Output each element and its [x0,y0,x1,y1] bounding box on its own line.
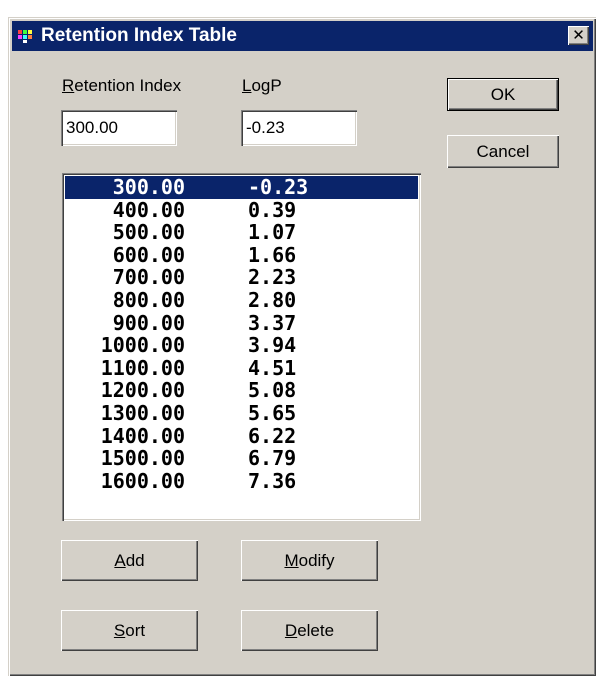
close-icon: ✕ [572,26,585,44]
list-item[interactable]: 1000.00 3.94 [65,334,418,357]
logp-cell: 5.65 [248,400,297,425]
list-item[interactable]: 700.00 2.23 [65,266,418,289]
list-item[interactable]: 1200.00 5.08 [65,379,418,402]
list-item[interactable]: 1600.00 7.36 [65,470,418,493]
logp-cell: 1.66 [248,242,297,267]
list-item[interactable]: 1400.00 6.22 [65,425,418,448]
retention-index-cell: 500.00 [112,220,185,245]
retention-index-cell: 1000.00 [100,333,185,358]
logp-cell: 6.22 [248,423,297,448]
list-item[interactable]: 1100.00 4.51 [65,357,418,380]
retention-index-cell: 1600.00 [100,468,185,493]
logp-cell: 6.79 [248,446,297,471]
logp-cell: 2.80 [248,287,297,312]
list-item[interactable]: 1300.00 5.65 [65,402,418,425]
ok-button[interactable]: OK [447,78,559,111]
logp-cell: 5.08 [248,378,297,403]
logp-cell: 3.94 [248,333,297,358]
retention-index-list[interactable]: 300.00 -0.23 400.00 0.39 500.00 1.07 600.00 1.6… [62,173,421,521]
list-item[interactable]: 1500.00 6.79 [65,447,418,470]
retention-index-dialog: Retention Index Table ✕ Retention Index … [8,17,596,676]
list-item[interactable]: 900.00 3.37 [65,312,418,335]
list-item[interactable]: 600.00 1.66 [65,244,418,267]
title-bar[interactable]: Retention Index Table ✕ [12,21,593,51]
logp-input[interactable]: -0.23 [241,110,357,146]
close-button[interactable]: ✕ [568,26,589,45]
window-title: Retention Index Table [41,25,238,46]
retention-index-label: Retention Index [62,76,182,95]
retention-index-cell: 1100.00 [100,355,185,380]
retention-index-cell: 400.00 [112,197,185,222]
list-rows: 300.00 -0.23 400.00 0.39 500.00 1.07 600.00 1.6… [65,176,418,492]
logp-cell: 3.37 [248,310,297,335]
list-item[interactable]: 400.00 0.39 [65,199,418,222]
logp-cell: 0.39 [248,197,297,222]
retention-index-input[interactable]: 300.00 [61,110,177,146]
retention-index-cell: 1400.00 [100,423,185,448]
logp-cell: -0.23 [248,175,309,199]
delete-button[interactable]: Delete [241,610,378,651]
retention-index-cell: 800.00 [112,287,185,312]
retention-index-cell: 900.00 [112,310,185,335]
retention-index-cell: 1500.00 [100,446,185,471]
retention-index-cell: 1300.00 [100,400,185,425]
modify-button[interactable]: Modify [241,540,378,581]
cancel-button[interactable]: Cancel [447,135,559,168]
retention-index-cell: 1200.00 [100,378,185,403]
list-item[interactable]: 800.00 2.80 [65,289,418,312]
retention-index-cell: 300.00 [112,175,185,199]
logp-label: LogP [242,76,282,95]
retention-index-cell: 700.00 [112,265,185,290]
logp-cell: 7.36 [248,468,297,493]
logp-cell: 2.23 [248,265,297,290]
app-icon [16,28,34,44]
logp-cell: 4.51 [248,355,297,380]
retention-index-cell: 600.00 [112,242,185,267]
list-item[interactable]: 500.00 1.07 [65,221,418,244]
add-button[interactable]: Add [61,540,198,581]
sort-button[interactable]: Sort [61,610,198,651]
logp-cell: 1.07 [248,220,297,245]
list-item[interactable]: 300.00 -0.23 [65,176,418,199]
